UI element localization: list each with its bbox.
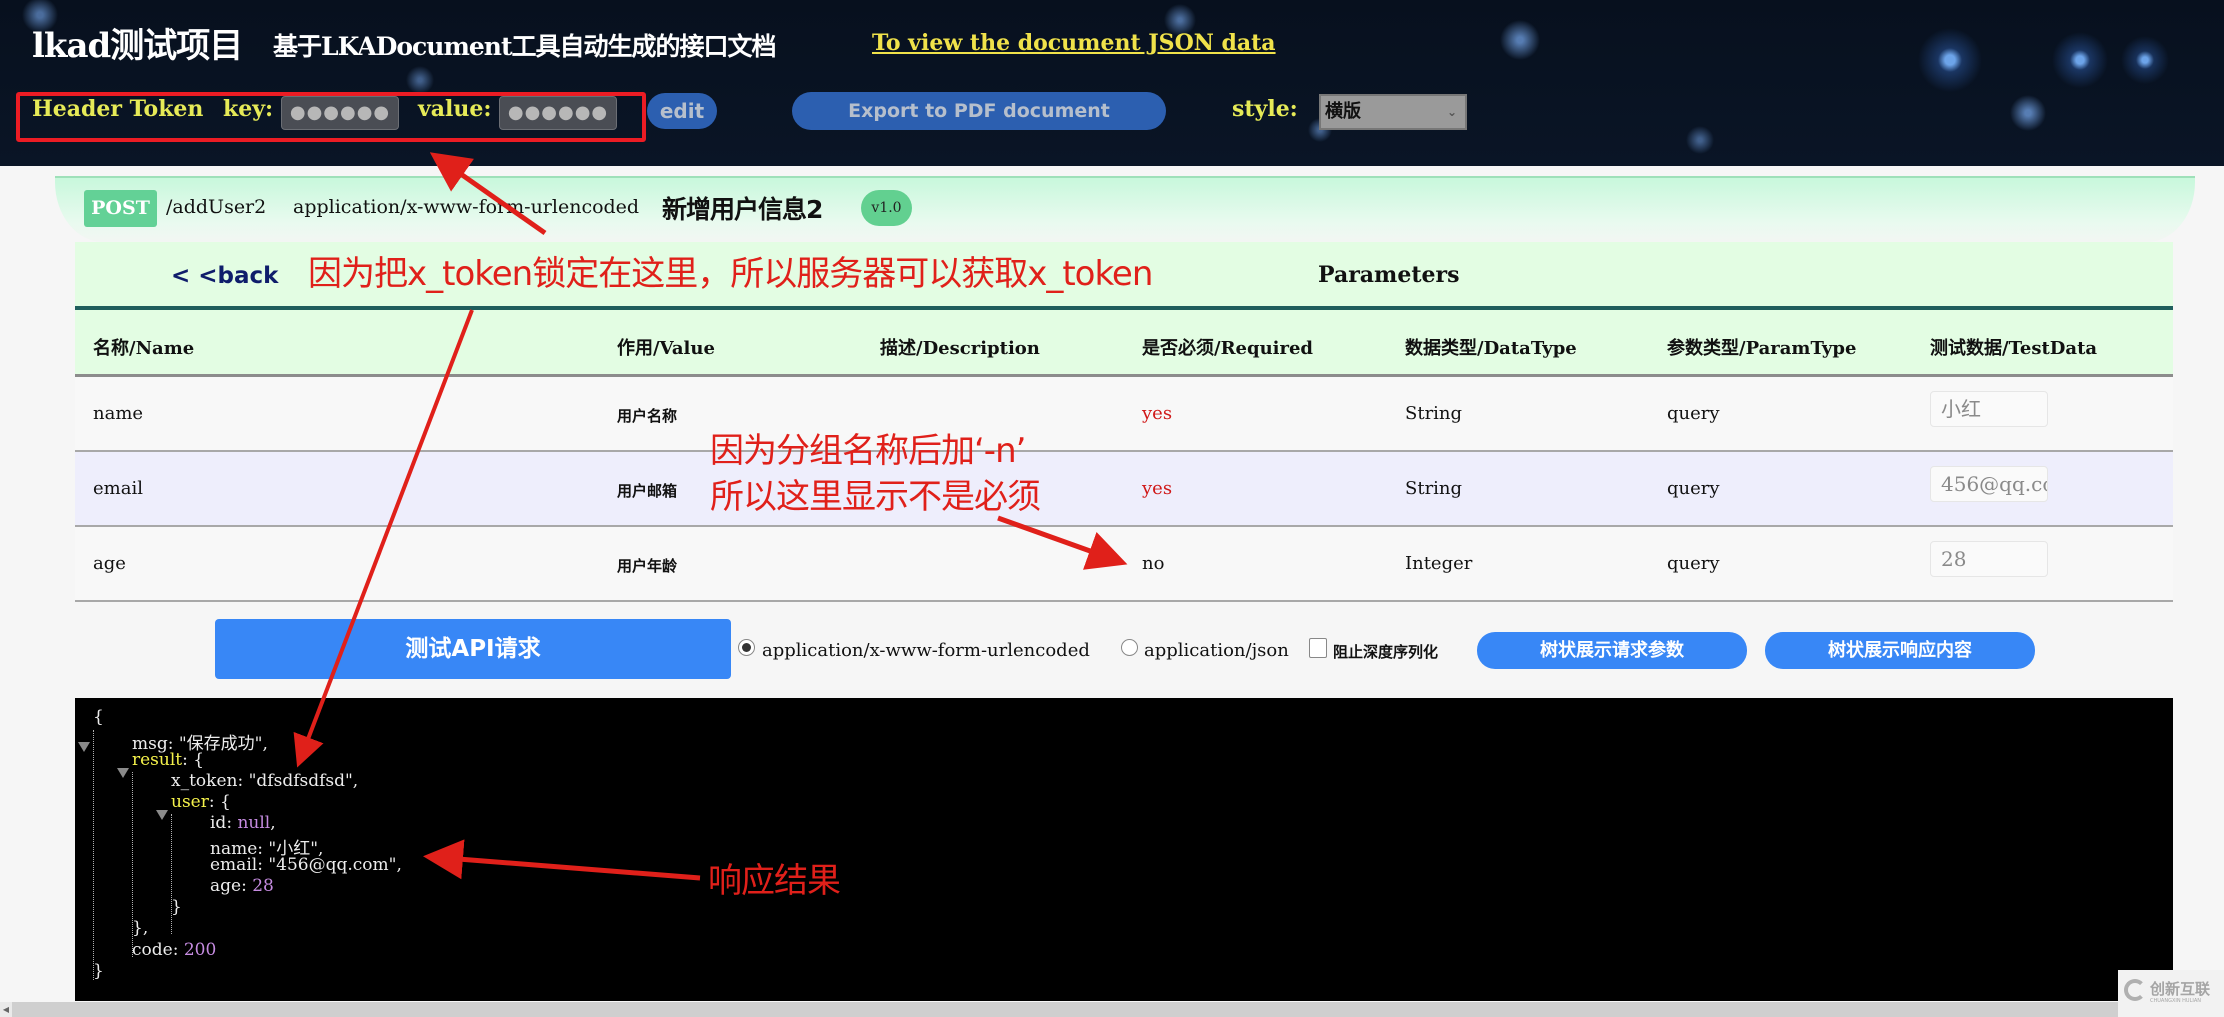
watermark: 创新互联 CHUANGXIN HULIAN xyxy=(2118,970,2224,1017)
param-testdata-input[interactable]: 456@qq.com xyxy=(1930,466,2048,502)
json-key: result xyxy=(132,750,183,770)
prevent-deep-serialize-label: 阻止深度序列化 xyxy=(1333,643,1439,661)
token-highlight-box xyxy=(16,92,646,142)
json-punct: : { xyxy=(182,750,205,770)
export-pdf-button[interactable]: Export to PDF document xyxy=(792,92,1166,130)
chevron-down-icon: ⌄ xyxy=(1446,105,1457,119)
json-line: } xyxy=(93,961,104,981)
json-line: result: { xyxy=(132,750,204,770)
json-value: null xyxy=(237,813,271,833)
back-link[interactable]: < <back xyxy=(171,263,278,289)
project-subtitle: 基于LKADocument工具自动生成的接口文档 xyxy=(273,32,777,61)
collapse-toggle-icon[interactable] xyxy=(78,742,90,752)
style-select[interactable]: 横版 ⌄ xyxy=(1319,94,1467,130)
style-selected-value: 横版 xyxy=(1325,101,1361,122)
param-required: yes xyxy=(1142,403,1173,424)
json-value: 28 xyxy=(252,876,274,896)
table-row: age 用户年龄 no Integer query 28 xyxy=(75,527,2173,602)
table-row: name 用户名称 yes String query 小红 xyxy=(75,377,2173,452)
json-line: x_token: "dfsdfsdfsd", xyxy=(171,771,359,791)
column-header-datatype: 数据类型/DataType xyxy=(1405,338,1577,359)
method-badge: POST xyxy=(84,190,157,227)
param-name: email xyxy=(93,478,143,499)
json-line: id: null, xyxy=(210,813,276,833)
horizontal-scrollbar[interactable] xyxy=(0,1002,2224,1017)
param-datatype: Integer xyxy=(1405,553,1473,574)
column-header-paramtype: 参数类型/ParamType xyxy=(1667,338,1857,359)
json-line: }, xyxy=(132,918,149,938)
json-punct: , xyxy=(270,813,276,833)
api-name: 新增用户信息2 xyxy=(662,195,823,224)
param-value: 用户年龄 xyxy=(617,557,678,575)
annotation-required-note-1: 因为分组名称后加‘-n’ xyxy=(710,431,1026,471)
param-paramtype: query xyxy=(1667,478,1720,499)
param-paramtype: query xyxy=(1667,403,1720,424)
json-line: { xyxy=(93,707,104,727)
scroll-left-icon[interactable]: ◀ xyxy=(0,1002,12,1017)
json-key: code: xyxy=(132,940,184,960)
prevent-deep-serialize-checkbox[interactable] xyxy=(1309,638,1327,658)
json-line: email: "456@qq.com", xyxy=(210,855,402,875)
annotation-token-note: 因为把x_token锁定在这里，所以服务器可以获取x_token xyxy=(308,254,1153,294)
json-key: id: xyxy=(210,813,238,833)
param-value: 用户名称 xyxy=(617,407,678,425)
json-value: 200 xyxy=(183,940,217,960)
json-key: user xyxy=(171,792,209,812)
param-testdata-input[interactable]: 28 xyxy=(1930,541,2048,577)
json-line: code: 200 xyxy=(132,940,216,960)
json-key: age: xyxy=(210,876,253,896)
column-header-required: 是否必须/Required xyxy=(1142,338,1314,359)
api-content-type: application/x-www-form-urlencoded xyxy=(293,196,640,218)
parameters-panel: < <back Parameters 名称/Name 作用/Value 描述/D… xyxy=(75,242,2173,602)
tree-guide-line xyxy=(93,730,94,980)
table-header: 名称/Name 作用/Value 描述/Description 是否必须/Req… xyxy=(75,310,2173,377)
watermark-subtext: CHUANGXIN HULIAN xyxy=(2150,998,2202,1004)
json-line: user: { xyxy=(171,792,231,812)
watermark-text: 创新互联 xyxy=(2150,980,2211,998)
test-api-button[interactable]: 测试API请求 xyxy=(215,619,731,679)
json-punct: : { xyxy=(208,792,231,812)
annotation-required-note-2: 所以这里显示不是必须 xyxy=(710,477,1041,517)
param-testdata-input[interactable]: 小红 xyxy=(1930,391,2048,427)
tree-request-params-button[interactable]: 树状展示请求参数 xyxy=(1477,632,1747,669)
param-required: no xyxy=(1142,553,1165,574)
column-header-testdata: 测试数据/TestData xyxy=(1930,338,2098,359)
param-datatype: String xyxy=(1405,478,1463,499)
collapse-toggle-icon[interactable] xyxy=(156,810,168,820)
column-header-description: 描述/Description xyxy=(880,338,1040,359)
api-path: /addUser2 xyxy=(166,196,267,218)
column-header-value: 作用/Value xyxy=(617,338,715,359)
style-label: style: xyxy=(1232,96,1298,122)
watermark-logo-icon xyxy=(2124,979,2146,1001)
response-viewer: { msg: "保存成功", result: { x_token: "dfsdf… xyxy=(75,698,2173,1001)
radio-json[interactable] xyxy=(1121,639,1138,656)
table-row: email 用户邮箱 yes String query 456@qq.com xyxy=(75,452,2173,527)
json-line: } xyxy=(171,897,182,917)
radio-json-label: application/json xyxy=(1144,640,1289,661)
edit-token-button[interactable]: edit xyxy=(647,93,717,129)
param-required: yes xyxy=(1142,478,1173,499)
radio-form-urlencoded[interactable] xyxy=(738,639,755,656)
param-datatype: String xyxy=(1405,403,1463,424)
param-paramtype: query xyxy=(1667,553,1720,574)
parameters-title: Parameters xyxy=(1318,262,1460,288)
column-header-name: 名称/Name xyxy=(93,338,195,359)
version-badge: v1.0 xyxy=(861,190,912,226)
project-title: lkad测试项目 xyxy=(32,26,243,66)
param-name: age xyxy=(93,553,126,574)
radio-form-urlencoded-label: application/x-www-form-urlencoded xyxy=(762,640,1090,661)
json-line: age: 28 xyxy=(210,876,274,896)
tree-response-button[interactable]: 树状展示响应内容 xyxy=(1765,632,2035,669)
view-json-link[interactable]: To view the document JSON data xyxy=(872,30,1276,56)
param-value: 用户邮箱 xyxy=(617,482,678,500)
collapse-toggle-icon[interactable] xyxy=(117,768,129,778)
param-name: name xyxy=(93,403,144,424)
annotation-response-note: 响应结果 xyxy=(708,861,841,901)
